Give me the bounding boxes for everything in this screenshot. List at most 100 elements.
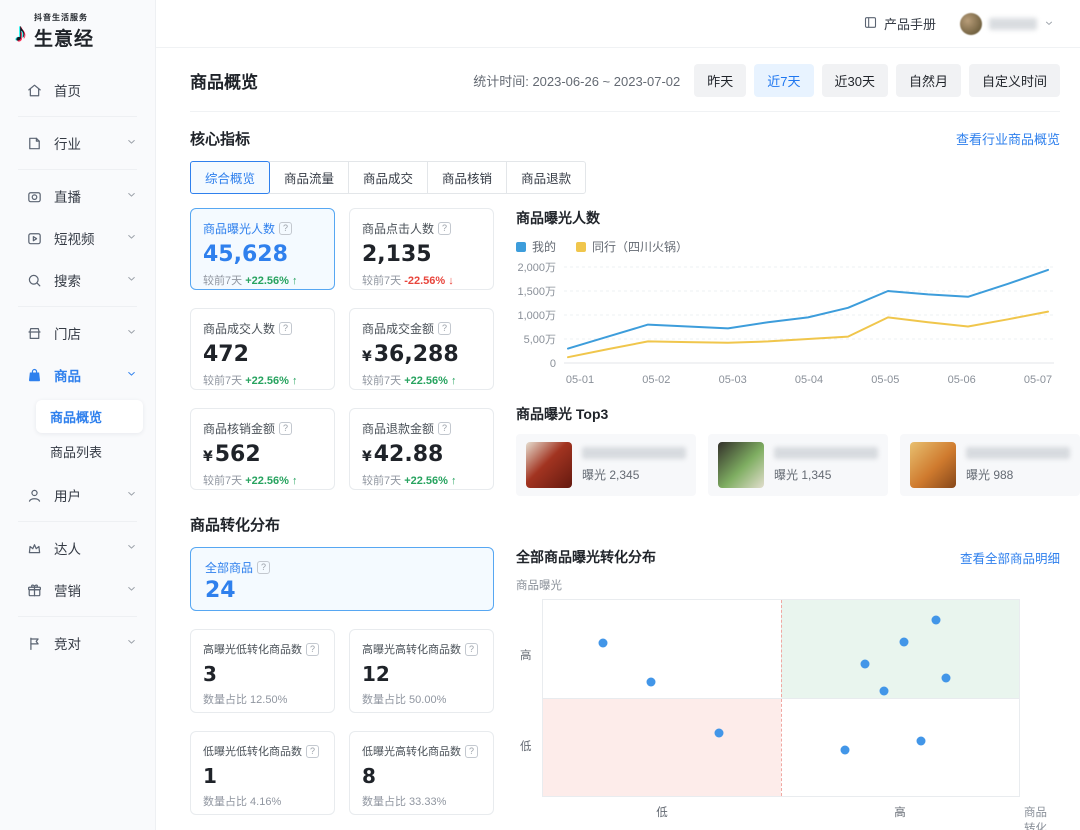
scatter-dot-6[interactable] — [899, 637, 908, 646]
help-icon[interactable]: ? — [438, 322, 451, 335]
stat-time: 统计时间: 2023-06-26 ~ 2023-07-02 — [473, 71, 680, 90]
sidebar-item-talent[interactable]: 达人 — [0, 527, 155, 569]
scatter-dot-3[interactable] — [841, 746, 850, 755]
scatter-dot-7[interactable] — [916, 736, 925, 745]
svg-text:05-03: 05-03 — [719, 374, 747, 386]
scatter-ytick-low: 低 — [520, 738, 532, 754]
sidebar-item-home[interactable]: 首页 — [0, 69, 155, 111]
help-icon[interactable]: ? — [279, 422, 292, 435]
product-image — [910, 442, 956, 488]
legend-item-1[interactable]: 同行（四川火锅） — [576, 238, 688, 255]
date-btn-3[interactable]: 自然月 — [896, 64, 961, 97]
help-icon[interactable]: ? — [306, 643, 319, 656]
chevron-down-icon — [1044, 15, 1054, 33]
sidebar-item-video[interactable]: 短视频 — [0, 217, 155, 259]
metric-card-1[interactable]: 商品点击人数? 2,135 较前7天 -22.56% ↓ — [349, 208, 494, 290]
metric-card-2[interactable]: 商品成交人数? 472 较前7天 +22.56% ↑ — [190, 308, 335, 390]
exposure-chart-panel: 商品曝光人数 我的同行（四川火锅） 2,000万1,500万1,000万5,00… — [516, 208, 1060, 496]
sidebar-item-industry[interactable]: 行业 — [0, 122, 155, 164]
brand-logo: ♪ 抖音生活服务 生意经 — [0, 0, 155, 61]
date-btn-0[interactable]: 昨天 — [694, 64, 746, 97]
scatter-dot-8[interactable] — [931, 616, 940, 625]
help-icon[interactable]: ? — [438, 222, 451, 235]
conversion-card-0[interactable]: 高曝光低转化商品数? 3 数量占比 12.50% — [190, 629, 335, 713]
live-icon — [26, 188, 43, 205]
sidebar-item-live[interactable]: 直播 — [0, 175, 155, 217]
content: 商品概览 统计时间: 2023-06-26 ~ 2023-07-02 昨天近7天… — [156, 48, 1080, 830]
tab-4[interactable]: 商品退款 — [506, 161, 586, 194]
help-icon[interactable]: ? — [306, 745, 319, 758]
conversion-card-1[interactable]: 高曝光高转化商品数? 12 数量占比 50.00% — [349, 629, 494, 713]
help-icon[interactable]: ? — [465, 745, 478, 758]
nav-divider — [18, 306, 137, 307]
all-products-detail-link[interactable]: 查看全部商品明细 — [960, 548, 1060, 567]
top3-item-0[interactable]: 曝光 2,345 — [516, 434, 696, 496]
brand-small-label: 抖音生活服务 — [34, 12, 94, 23]
scatter-plot — [542, 599, 1020, 797]
help-icon[interactable]: ? — [438, 422, 451, 435]
nav-divider — [18, 116, 137, 117]
top3-item-1[interactable]: 曝光 1,345 — [708, 434, 888, 496]
conversion-card-3[interactable]: 低曝光高转化商品数? 8 数量占比 33.33% — [349, 731, 494, 815]
scatter-dot-9[interactable] — [941, 673, 950, 682]
metric-card-5[interactable]: 商品退款金额? ¥42.88 较前7天 +22.56% ↑ — [349, 408, 494, 490]
tab-2[interactable]: 商品成交 — [348, 161, 428, 194]
conversion-title: 商品转化分布 — [190, 514, 280, 535]
sidebar-item-goods[interactable]: 商品 — [0, 354, 155, 396]
tab-0[interactable]: 综合概览 — [190, 161, 270, 194]
industry-overview-link[interactable]: 查看行业商品概览 — [956, 129, 1060, 148]
scatter-dot-4[interactable] — [861, 659, 870, 668]
help-icon[interactable]: ? — [279, 222, 292, 235]
legend-item-0[interactable]: 我的 — [516, 238, 556, 255]
svg-text:1,000万: 1,000万 — [517, 310, 556, 322]
sidebar-nav: 首页 行业 直播 短视频 搜索 门店 商品 商品概览商品列表 — [0, 61, 155, 664]
page-title: 商品概览 — [190, 68, 258, 93]
scatter-dot-1[interactable] — [646, 678, 655, 687]
core-metrics-title: 核心指标 — [190, 128, 250, 149]
tab-1[interactable]: 商品流量 — [269, 161, 349, 194]
brand-name-label: 生意经 — [34, 24, 94, 51]
metric-card-4[interactable]: 商品核销金额? ¥562 较前7天 +22.56% ↑ — [190, 408, 335, 490]
date-btn-2[interactable]: 近30天 — [822, 64, 888, 97]
product-manual-button[interactable]: 产品手册 — [863, 14, 936, 33]
metric-card-0[interactable]: 商品曝光人数? 45,628 较前7天 +22.56% ↑ — [190, 208, 335, 290]
product-name-redacted — [774, 447, 878, 459]
help-icon[interactable]: ? — [279, 322, 292, 335]
account-menu[interactable] — [960, 13, 1054, 35]
sidebar-item-search[interactable]: 搜索 — [0, 259, 155, 301]
product-manual-label: 产品手册 — [884, 14, 936, 33]
help-icon[interactable]: ? — [465, 643, 478, 656]
scatter-dot-5[interactable] — [879, 687, 888, 696]
metric-card-3[interactable]: 商品成交金额? ¥36,288 较前7天 +22.56% ↑ — [349, 308, 494, 390]
top3-list: 曝光 2,345 曝光 1,345 曝光 988 — [516, 434, 1060, 496]
goods-icon — [26, 367, 43, 384]
sidebar-item-store[interactable]: 门店 — [0, 312, 155, 354]
date-btn-1[interactable]: 近7天 — [754, 64, 813, 97]
help-icon[interactable]: ? — [257, 561, 270, 574]
scatter-y-axis-label: 商品曝光 — [516, 577, 1060, 593]
tab-3[interactable]: 商品核销 — [427, 161, 507, 194]
product-image — [526, 442, 572, 488]
book-icon — [863, 15, 878, 33]
nav-divider — [18, 616, 137, 617]
avatar — [960, 13, 982, 35]
douyin-note-icon: ♪ — [14, 19, 27, 45]
date-btn-4[interactable]: 自定义时间 — [969, 64, 1060, 97]
top3-item-2[interactable]: 曝光 988 — [900, 434, 1080, 496]
scatter-dot-2[interactable] — [714, 728, 723, 737]
app-root: ♪ 抖音生活服务 生意经 首页 行业 直播 短视频 搜索 — [0, 0, 1080, 830]
scatter-dot-0[interactable] — [599, 638, 608, 647]
account-name-redacted — [989, 18, 1037, 30]
all-products-card[interactable]: 全部商品 ? 24 — [190, 547, 494, 611]
scatter-ytick-high: 高 — [520, 647, 532, 663]
sidebar-subitem-0[interactable]: 商品概览 — [36, 400, 143, 433]
conversion-card-2[interactable]: 低曝光低转化商品数? 1 数量占比 4.16% — [190, 731, 335, 815]
scatter-x-axis-label: 商品转化 — [1024, 804, 1052, 830]
chevron-down-icon — [126, 324, 137, 342]
scatter-title: 全部商品曝光转化分布 — [516, 547, 656, 567]
sidebar-item-competitor[interactable]: 竞对 — [0, 622, 155, 664]
video-icon — [26, 230, 43, 247]
sidebar-subitem-1[interactable]: 商品列表 — [36, 435, 143, 468]
sidebar-item-marketing[interactable]: 营销 — [0, 569, 155, 611]
sidebar-item-user[interactable]: 用户 — [0, 474, 155, 516]
